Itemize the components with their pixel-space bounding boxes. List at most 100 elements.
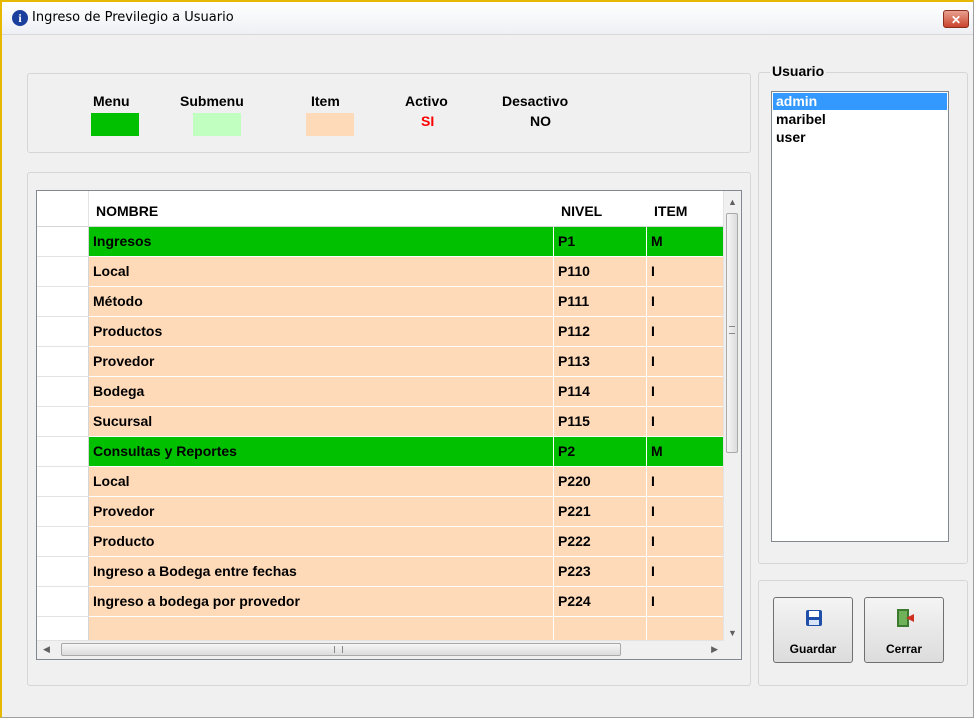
grid-header: NOMBRE NIVEL ITEM	[37, 191, 724, 227]
cell-nombre[interactable]: Productos	[89, 317, 554, 347]
cell-item[interactable]: I	[647, 407, 724, 437]
table-row[interactable]: Ingreso a Bodega entre fechas P223 I	[37, 557, 724, 587]
horizontal-scrollbar[interactable]: ◀ ▶	[37, 640, 724, 659]
cell-item[interactable]: I	[647, 377, 724, 407]
legend-desactivo-label: Desactivo	[502, 93, 569, 109]
cell-nivel[interactable]: P1	[554, 227, 647, 257]
table-row[interactable]: Ingreso a bodega por provedor P224 I	[37, 587, 724, 617]
table-row[interactable]: Ingresos P1 M	[37, 227, 724, 257]
row-header-corner	[37, 191, 89, 226]
floppy-disk-icon	[806, 610, 822, 626]
cell-item[interactable]: I	[647, 587, 724, 617]
cell-nivel[interactable]: P115	[554, 407, 647, 437]
cell-nivel[interactable]: P223	[554, 557, 647, 587]
table-row[interactable]: Sucursal P115 I	[37, 407, 724, 437]
cell-nivel[interactable]: P2	[554, 437, 647, 467]
title-bar: i Ingreso de Previlegio a Usuario ✕	[2, 2, 973, 35]
cell-item[interactable]: I	[647, 257, 724, 287]
row-header[interactable]	[37, 227, 89, 257]
row-header[interactable]	[37, 557, 89, 587]
cell-item[interactable]: I	[647, 317, 724, 347]
table-row[interactable]: Consultas y Reportes P2 M	[37, 437, 724, 467]
cell-nombre[interactable]: Ingresos	[89, 227, 554, 257]
cell-nivel[interactable]: P224	[554, 587, 647, 617]
cell-item[interactable]: I	[647, 497, 724, 527]
scrollbar-corner	[723, 641, 741, 659]
cell-nivel[interactable]: P114	[554, 377, 647, 407]
legend-submenu-label: Submenu	[180, 93, 244, 109]
row-header[interactable]	[37, 407, 89, 437]
cell-nombre[interactable]: Bodega	[89, 377, 554, 407]
cell-item[interactable]: I	[647, 527, 724, 557]
cell-nivel[interactable]: P110	[554, 257, 647, 287]
table-row[interactable]: Bodega P114 I	[37, 377, 724, 407]
user-list-item[interactable]: maribel	[773, 111, 947, 128]
row-header[interactable]	[37, 347, 89, 377]
cell-nombre[interactable]: Local	[89, 467, 554, 497]
legend-activo-label: Activo	[405, 93, 448, 109]
exit-door-icon	[897, 609, 914, 627]
row-header[interactable]	[37, 257, 89, 287]
cell-nivel[interactable]: P113	[554, 347, 647, 377]
legend-submenu-swatch	[193, 113, 241, 136]
cell-nivel[interactable]: P221	[554, 497, 647, 527]
cerrar-label: Cerrar	[885, 642, 923, 656]
row-header[interactable]	[37, 317, 89, 347]
cell-nombre[interactable]: Método	[89, 287, 554, 317]
vertical-scrollbar[interactable]: ▲ ▼	[723, 191, 741, 642]
cell-nombre[interactable]: Provedor	[89, 347, 554, 377]
column-header-item[interactable]: ITEM	[647, 191, 724, 226]
legend-desactivo-value: NO	[530, 113, 551, 129]
legend-activo-value: SI	[421, 113, 435, 129]
cell-nivel[interactable]: P220	[554, 467, 647, 497]
table-row[interactable]: Producto P222 I	[37, 527, 724, 557]
privileges-grid[interactable]: NOMBRE NIVEL ITEM Ingresos P1 M Local P110 I M…	[36, 190, 742, 660]
column-header-nombre[interactable]: NOMBRE	[89, 191, 554, 226]
cell-nombre[interactable]: Ingreso a bodega por provedor	[89, 587, 554, 617]
user-list-item[interactable]: admin	[773, 93, 947, 110]
row-header[interactable]	[37, 437, 89, 467]
cell-nombre[interactable]: Local	[89, 257, 554, 287]
vertical-scroll-thumb[interactable]	[726, 213, 738, 453]
usuario-listbox[interactable]: admin maribel user	[771, 91, 949, 542]
row-header[interactable]	[37, 497, 89, 527]
table-row[interactable]: Local P220 I	[37, 467, 724, 497]
legend-menu-swatch	[91, 113, 139, 136]
horizontal-scroll-thumb[interactable]	[61, 643, 621, 656]
table-row[interactable]: Productos P112 I	[37, 317, 724, 347]
row-header[interactable]	[37, 377, 89, 407]
cell-item[interactable]: I	[647, 347, 724, 377]
table-row[interactable]: Método P111 I	[37, 287, 724, 317]
cerrar-button[interactable]: Cerrar	[864, 597, 944, 663]
cell-item[interactable]: I	[647, 287, 724, 317]
cell-item[interactable]: M	[647, 437, 724, 467]
table-row[interactable]: Local P110 I	[37, 257, 724, 287]
cell-nivel[interactable]: P111	[554, 287, 647, 317]
cell-nivel[interactable]: P222	[554, 527, 647, 557]
table-row[interactable]: Provedor P221 I	[37, 497, 724, 527]
cell-nombre[interactable]: Producto	[89, 527, 554, 557]
cell-item[interactable]: M	[647, 227, 724, 257]
cell-nivel[interactable]: P112	[554, 317, 647, 347]
cell-item[interactable]: I	[647, 467, 724, 497]
cell-item[interactable]: I	[647, 557, 724, 587]
close-button[interactable]: ✕	[943, 10, 969, 28]
cell-nombre[interactable]: Consultas y Reportes	[89, 437, 554, 467]
row-header[interactable]	[37, 527, 89, 557]
scroll-left-icon[interactable]: ◀	[43, 644, 50, 655]
scroll-up-icon[interactable]: ▲	[728, 197, 737, 207]
user-list-item[interactable]: user	[773, 129, 947, 146]
table-row[interactable]: Provedor P113 I	[37, 347, 724, 377]
scroll-right-icon[interactable]: ▶	[711, 644, 718, 655]
cell-nombre[interactable]: Sucursal	[89, 407, 554, 437]
guardar-button[interactable]: Guardar	[773, 597, 853, 663]
row-header[interactable]	[37, 587, 89, 617]
cell-nombre[interactable]: Ingreso a Bodega entre fechas	[89, 557, 554, 587]
row-header[interactable]	[37, 467, 89, 497]
row-header[interactable]	[37, 287, 89, 317]
info-icon: i	[12, 10, 28, 26]
scroll-down-icon[interactable]: ▼	[728, 628, 737, 638]
thumb-grip-icon	[334, 646, 343, 653]
cell-nombre[interactable]: Provedor	[89, 497, 554, 527]
column-header-nivel[interactable]: NIVEL	[554, 191, 647, 226]
